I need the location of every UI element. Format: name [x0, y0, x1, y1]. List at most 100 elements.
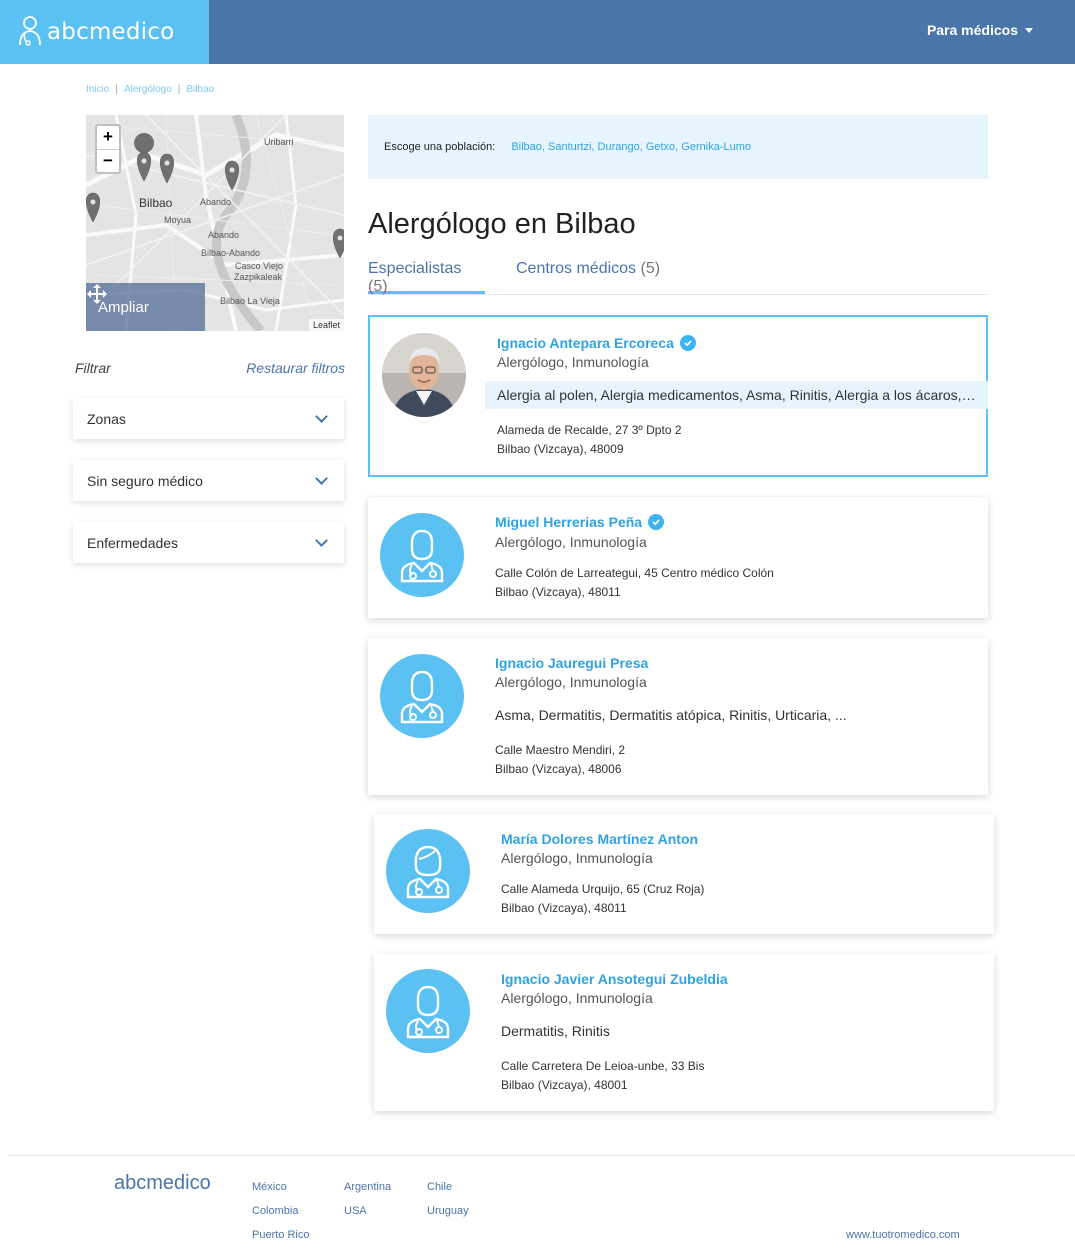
doctor-name: Miguel Herrerias Peña: [495, 514, 643, 530]
logo[interactable]: abcmedico: [0, 0, 209, 64]
zoom-in-button[interactable]: +: [97, 126, 119, 150]
footer-country-link[interactable]: Puerto Rico: [252, 1223, 309, 1247]
footer-country-link[interactable]: Uruguay: [427, 1199, 469, 1223]
male-doctor-icon: [400, 670, 444, 724]
tab-label: Centros médicos: [516, 260, 637, 277]
doctor-name: María Dolores Martínez Anton: [501, 831, 699, 847]
map[interactable]: Bilbao Abando Moyua Uribarri Abando Casc…: [86, 115, 344, 331]
caret-down-icon: [1025, 27, 1033, 33]
map-attribution[interactable]: Leaflet: [308, 319, 344, 331]
doctor-logo-icon: [19, 16, 41, 46]
tab-specialists[interactable]: Especialistas (5): [368, 260, 485, 295]
footer-divider: [8, 1155, 1075, 1156]
doctor-address: Calle Carretera De Leioa-unbe, 33 Bis Bi…: [501, 1057, 704, 1095]
doctor-name-link[interactable]: Miguel Herrerias Peña: [495, 514, 665, 530]
breadcrumb-city[interactable]: Bilbao: [186, 84, 214, 95]
chevron-down-icon: [315, 471, 328, 485]
population-label: Escoge una población:: [384, 141, 496, 153]
doctor-address: Calle Alameda Urquijo, 65 (Cruz Roja) Bi…: [501, 880, 704, 918]
address-city: Bilbao (Vizcaya), 48011: [501, 901, 627, 915]
move-arrows-icon: [87, 284, 107, 304]
doctor-name-link[interactable]: María Dolores Martínez Anton: [501, 831, 698, 847]
address-city: Bilbao (Vizcaya), 48001: [501, 1078, 628, 1092]
doctor-specialty: Alergólogo, Inmunología: [501, 990, 653, 1006]
doctor-name-link[interactable]: Ignacio Javier Ansotegui Zubeldia: [501, 971, 728, 987]
chevron-down-icon: [315, 533, 328, 547]
chevron-down-icon: [315, 409, 328, 423]
doctor-avatar: [380, 654, 464, 738]
logo-text: abcmedico: [47, 19, 175, 45]
map-label: Moyua: [164, 215, 192, 225]
footer-country-list: México Colombia Puerto Rico: [252, 1175, 309, 1247]
doctor-avatar: [380, 513, 464, 597]
address-city: Bilbao (Vizcaya), 48006: [495, 762, 622, 776]
footer-country-list: Chile Uruguay: [427, 1175, 469, 1223]
map-label: Bilbao-Abando: [201, 248, 261, 258]
tab-medical-centers[interactable]: Centros médicos (5): [516, 260, 660, 294]
doctor-specialty: Alergólogo, Inmunología: [501, 850, 653, 866]
tab-count: (5): [640, 260, 661, 277]
male-doctor-icon: [406, 985, 450, 1039]
tabs: Especialistas (5) Centros médicos (5): [368, 260, 988, 295]
tab-label: Especialistas: [368, 260, 462, 277]
for-doctors-menu[interactable]: Para médicos: [927, 22, 1033, 38]
footer-country-list: Argentina USA: [344, 1175, 391, 1223]
filter-diseases[interactable]: Enfermedades: [73, 522, 344, 563]
filter-label: Enfermedades: [87, 534, 179, 551]
doctor-specialty: Alergólogo, Inmunología: [495, 534, 647, 550]
tab-count: (5): [368, 278, 388, 295]
for-doctors-label: Para médicos: [926, 22, 1018, 38]
verified-check-icon: [648, 514, 665, 530]
doctor-card[interactable]: María Dolores Martínez Anton Alergólogo,…: [374, 814, 994, 934]
doctor-name-link[interactable]: Ignacio Jauregui Presa: [495, 655, 648, 671]
breadcrumb-separator: |: [177, 84, 181, 95]
top-header: abcmedico Para médicos: [0, 0, 1075, 64]
address-line: Calle Carretera De Leioa-unbe, 33 Bis: [501, 1059, 705, 1073]
doctor-conditions: Dermatitis, Rinitis: [501, 1023, 610, 1039]
footer-site-link[interactable]: www.tuotromedico.com: [846, 1229, 960, 1241]
address-line: Calle Maestro Mendiri, 2: [495, 743, 626, 757]
male-doctor-icon: [400, 529, 444, 583]
footer-country-link[interactable]: Chile: [427, 1175, 469, 1199]
doctor-card[interactable]: Ignacio Jauregui Presa Alergólogo, Inmun…: [368, 638, 988, 795]
doctor-name: Ignacio Jauregui Presa: [495, 655, 649, 671]
population-links[interactable]: Bilbao, Santurtzi, Durango, Getxo, Gerni…: [511, 141, 751, 153]
doctor-portrait-image: [382, 333, 466, 417]
breadcrumb-separator: |: [115, 84, 118, 95]
female-doctor-icon: [406, 845, 450, 899]
doctor-conditions: Alergia al polen, Alergia medicamentos, …: [485, 381, 988, 409]
footer-country-link[interactable]: México: [252, 1175, 309, 1199]
breadcrumb-home[interactable]: Inicio: [86, 84, 109, 95]
doctor-card[interactable]: Ignacio Javier Ansotegui Zubeldia Alergó…: [374, 954, 994, 1111]
filter-label: Zonas: [87, 410, 126, 427]
doctor-card[interactable]: Miguel Herrerias Peña Alergólogo, Inmuno…: [368, 497, 988, 618]
reset-filters-link[interactable]: Restaurar filtros: [246, 360, 345, 376]
zoom-out-button[interactable]: −: [97, 150, 119, 173]
map-expand-button[interactable]: Ampliar: [86, 283, 205, 331]
footer-country-link[interactable]: USA: [344, 1199, 391, 1223]
address-line: Calle Colón de Larreategui, 45 Centro mé…: [495, 566, 774, 580]
address-line: Alameda de Recalde, 27 3º Dpto 2: [497, 423, 682, 437]
address-city: Bilbao (Vizcaya), 48011: [495, 585, 621, 599]
map-zoom-control: + −: [95, 124, 121, 174]
breadcrumb: Inicio | Alergólogo | Bilbao: [86, 84, 214, 95]
filter-zones[interactable]: Zonas: [73, 398, 344, 439]
doctor-card[interactable]: Ignacio Antepara Ercoreca Alergólogo, In…: [368, 315, 988, 477]
address-line: Calle Alameda Urquijo, 65 (Cruz Roja): [501, 882, 705, 896]
doctor-photo: [382, 333, 466, 417]
doctor-name-link[interactable]: Ignacio Antepara Ercoreca: [497, 335, 696, 351]
map-label: Bilbao La Vieja: [220, 296, 280, 306]
footer-country-link[interactable]: Argentina: [344, 1175, 391, 1199]
breadcrumb-specialty[interactable]: Alergólogo: [124, 84, 172, 95]
page-title: Alergólogo en Bilbao: [368, 208, 636, 240]
doctor-address: Calle Colón de Larreategui, 45 Centro mé…: [495, 564, 774, 602]
doctor-specialty: Alergólogo, Inmunología: [497, 354, 649, 370]
map-label: Zazpikaleak: [234, 272, 283, 282]
doctor-specialty: Alergólogo, Inmunología: [495, 674, 647, 690]
address-city: Bilbao (Vizcaya), 48009: [497, 442, 624, 456]
doctor-name: Ignacio Antepara Ercoreca: [497, 335, 674, 351]
filter-no-insurance[interactable]: Sin seguro médico: [73, 460, 344, 501]
filter-title: Filtrar: [75, 360, 111, 376]
footer-logo[interactable]: abcmedico: [114, 1172, 211, 1195]
footer-country-link[interactable]: Colombia: [252, 1199, 309, 1223]
